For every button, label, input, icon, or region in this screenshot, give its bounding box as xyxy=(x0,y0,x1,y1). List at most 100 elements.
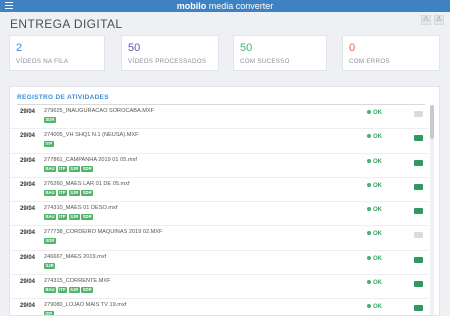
row-filename: 274315_CORRENTE.MXF xyxy=(44,278,111,285)
top-bar: mobilo media converter xyxy=(0,0,450,12)
row-date: 29/04 xyxy=(20,206,36,213)
destination-tag: ITP xyxy=(44,141,54,148)
row-tags: BAU ITP SJR SDR xyxy=(44,165,94,172)
stat-label: VÍDEOS NA FILA xyxy=(16,58,69,65)
activity-row: 29/04 274310_MAES 01 DESO.mxf BAU ITP SJR SDR… xyxy=(10,202,428,227)
status-text: OK xyxy=(373,304,382,311)
stat-value: 50 xyxy=(240,42,253,54)
row-tags: SDR xyxy=(44,238,56,245)
destination-tag: ITP xyxy=(57,165,68,172)
status-text: OK xyxy=(373,158,382,165)
page-tools: ⚠ ⚠ xyxy=(421,15,444,25)
destination-tag: ITP xyxy=(57,214,68,221)
stat-card-errors: 0 COM ERROS xyxy=(342,35,440,71)
status-text: OK xyxy=(373,182,382,189)
row-status: OK xyxy=(367,231,382,237)
row-filename: 274005_VH SHQ1 N.1 (NEUSA).MXF xyxy=(44,132,139,139)
row-action-button[interactable] xyxy=(414,305,423,312)
stat-value: 0 xyxy=(349,42,356,54)
row-tags: BAU ITP SJR SDR xyxy=(44,214,94,221)
status-dot-icon xyxy=(367,134,371,139)
status-text: OK xyxy=(373,110,382,116)
status-dot-icon xyxy=(367,304,371,309)
destination-tag: SDR xyxy=(81,165,94,172)
row-filename: 279625_INAUGURACAO SOROCABA.MXF xyxy=(44,108,155,114)
row-date: 29/04 xyxy=(20,254,36,261)
row-filename: 277861_CAMPANHA 2019 01 05.mxf xyxy=(44,156,137,163)
activity-list: 29/04 279625_INAUGURACAO SOROCABA.MXF SDR O… xyxy=(10,105,428,316)
status-text: OK xyxy=(373,280,382,287)
status-dot-icon xyxy=(367,182,371,187)
status-dot-icon xyxy=(367,207,371,212)
destination-tag: SJR xyxy=(68,189,80,196)
row-action-button[interactable] xyxy=(414,256,423,263)
stat-label: COM ERROS xyxy=(349,58,390,65)
status-dot-icon xyxy=(367,158,371,163)
row-status: OK xyxy=(367,304,382,310)
app-title: mobilo media converter xyxy=(0,0,450,12)
status-text: OK xyxy=(373,207,382,214)
row-action-button[interactable] xyxy=(414,232,423,239)
row-tags: ITP xyxy=(44,141,54,148)
destination-tag: BAU xyxy=(44,165,57,172)
status-dot-icon xyxy=(367,231,371,236)
row-date: 29/04 xyxy=(20,109,36,115)
stat-card-queue: 2 VÍDEOS NA FILA xyxy=(9,35,105,71)
destination-tag: SDR xyxy=(44,238,56,245)
destination-tag: SJR xyxy=(68,287,80,294)
row-action-button[interactable] xyxy=(414,208,423,215)
row-status: OK xyxy=(367,207,382,213)
warning-icon[interactable]: ⚠ xyxy=(434,15,444,25)
stat-value: 50 xyxy=(128,42,141,54)
activity-row: 29/04 279625_INAUGURACAO SOROCABA.MXF SDR O… xyxy=(10,105,428,130)
status-dot-icon xyxy=(367,280,371,285)
row-date: 29/04 xyxy=(20,133,36,140)
stat-label: VÍDEOS PROCESSADOS xyxy=(128,58,207,65)
row-action-button[interactable] xyxy=(414,183,423,190)
row-action-button[interactable] xyxy=(414,281,423,288)
row-filename: 274310_MAES 01 DESO.mxf xyxy=(44,205,118,212)
row-status: OK xyxy=(367,182,382,189)
row-status: OK xyxy=(367,110,382,116)
destination-tag: ITP xyxy=(57,287,68,294)
row-date: 29/04 xyxy=(20,230,36,237)
row-status: OK xyxy=(367,255,382,262)
row-tags: BAU ITP SJR SDR xyxy=(44,287,94,294)
row-filename: 246667_MAES 2019.mxf xyxy=(44,253,107,260)
row-action-button[interactable] xyxy=(414,135,423,142)
destination-tag: SDR xyxy=(81,189,94,196)
row-action-button[interactable] xyxy=(414,159,423,166)
row-tags: SDR xyxy=(44,117,56,123)
brand-rest: media converter xyxy=(206,1,274,11)
row-date: 29/04 xyxy=(20,157,36,164)
row-filename: 276260_MAES LAR 01 DE 05.mxf xyxy=(44,180,130,187)
row-status: OK xyxy=(367,158,382,165)
destination-tag: ITP xyxy=(44,311,54,316)
destination-tag: SDR xyxy=(81,287,94,294)
row-action-button[interactable] xyxy=(414,111,423,117)
destination-tag: BAU xyxy=(44,214,57,221)
row-filename: 277738_CORDEIRO MAQUINAS 2019 02.MXF xyxy=(44,229,163,236)
alert-icon[interactable]: ⚠ xyxy=(421,15,431,25)
scrollbar-thumb[interactable] xyxy=(430,105,434,139)
row-status: OK xyxy=(367,280,382,286)
row-tags: BAU ITP SJR SDR xyxy=(44,189,94,196)
row-tags: SJR xyxy=(44,262,56,269)
page-title: ENTREGA DIGITAL xyxy=(10,17,123,31)
activity-row: 29/04 277861_CAMPANHA 2019 01 05.mxf BAU IT… xyxy=(10,154,428,178)
destination-tag: SDR xyxy=(44,117,56,123)
activity-title: REGISTRO DE ATIVIDADES xyxy=(17,94,109,101)
stat-label: COM SUCESSO xyxy=(240,58,290,65)
activity-row: 29/04 277738_CORDEIRO MAQUINAS 2019 02.MX… xyxy=(10,226,428,251)
destination-tag: ITP xyxy=(57,189,68,196)
activity-panel: REGISTRO DE ATIVIDADES 29/04 279625_INAUG… xyxy=(9,86,440,316)
row-tags: ITP xyxy=(44,311,54,316)
destination-tag: SJR xyxy=(44,262,56,269)
destination-tag: SJR xyxy=(68,165,80,172)
row-date: 29/04 xyxy=(20,303,36,310)
row-date: 29/04 xyxy=(20,279,36,286)
status-text: OK xyxy=(373,255,382,262)
activity-row: 29/04 274005_VH SHQ1 N.1 (NEUSA).MXF ITP OK xyxy=(10,129,428,154)
destination-tag: SDR xyxy=(81,214,94,221)
scrollbar[interactable] xyxy=(430,105,434,315)
